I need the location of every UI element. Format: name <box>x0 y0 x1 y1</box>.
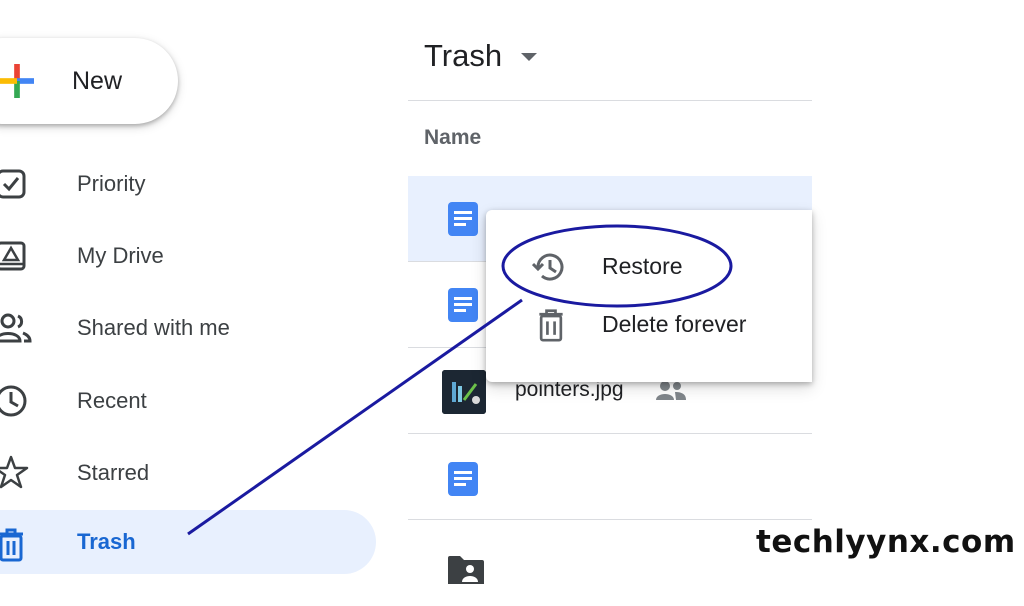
image-thumbnail <box>442 370 486 414</box>
watermark: techlyynx.com <box>756 524 1016 560</box>
chevron-down-icon[interactable] <box>519 50 539 64</box>
new-button-label: New <box>72 67 123 95</box>
file-row[interactable] <box>408 434 812 520</box>
clock-icon <box>0 385 27 417</box>
trash-icon <box>539 309 563 342</box>
priority-checkbox-icon <box>0 169 26 199</box>
shared-people-icon <box>0 313 32 343</box>
sidebar-item-my-drive[interactable]: My Drive <box>0 224 376 288</box>
page-title[interactable]: Trash <box>424 38 502 74</box>
google-doc-icon <box>448 202 478 236</box>
sidebar-item-trash[interactable]: Trash <box>0 510 376 574</box>
sidebar-item-label: Shared with me <box>77 315 230 340</box>
plus-icon <box>0 64 34 98</box>
shared-folder-icon <box>448 556 484 584</box>
my-drive-icon <box>0 241 26 271</box>
menu-item-label: Restore <box>602 253 683 279</box>
context-menu: Restore Delete forever <box>486 210 812 382</box>
menu-item-delete-forever[interactable]: Delete forever <box>486 296 812 352</box>
shared-people-icon <box>656 381 686 400</box>
sidebar-item-label: Priority <box>77 171 146 196</box>
menu-item-label: Delete forever <box>602 311 747 337</box>
new-button[interactable]: New <box>0 38 178 124</box>
file-row[interactable] <box>408 520 812 606</box>
sidebar-item-priority[interactable]: Priority <box>0 152 376 216</box>
star-icon <box>0 455 29 489</box>
sidebar-item-starred[interactable]: Starred <box>0 441 376 505</box>
header-divider <box>408 100 812 101</box>
column-header-name[interactable]: Name <box>424 126 481 150</box>
google-doc-icon <box>448 462 478 496</box>
sidebar-item-label: Starred <box>77 460 150 485</box>
sidebar-item-label: Recent <box>77 388 147 413</box>
google-doc-icon <box>448 288 478 322</box>
sidebar-item-label: My Drive <box>77 243 164 268</box>
sidebar-item-shared-with-me[interactable]: Shared with me <box>0 296 376 360</box>
restore-history-icon <box>532 253 564 281</box>
sidebar-item-recent[interactable]: Recent <box>0 369 376 433</box>
trash-icon <box>0 528 23 562</box>
menu-item-restore[interactable]: Restore <box>486 238 812 294</box>
sidebar-item-label: Trash <box>77 529 136 554</box>
